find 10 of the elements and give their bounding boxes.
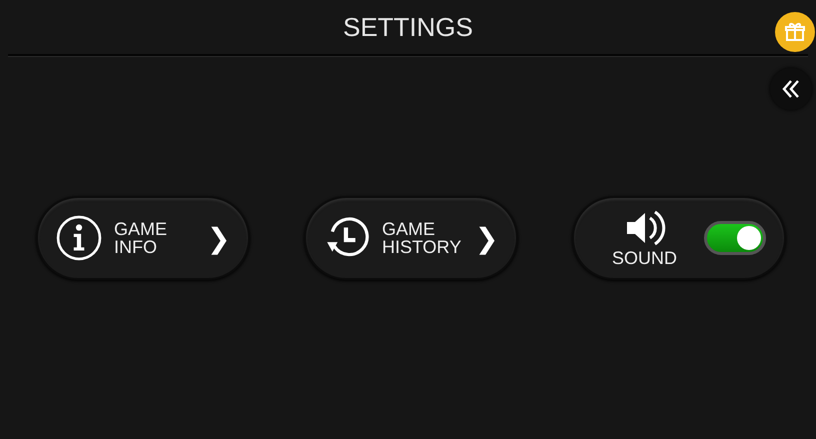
chevron-icon: ❯ [475, 222, 498, 254]
menu-button[interactable]: GAME INFO ❯ [36, 196, 250, 280]
sound-toggle[interactable] [704, 221, 766, 255]
button-label: GAME HISTORY [382, 220, 462, 256]
info-icon [56, 215, 102, 261]
sound-label: SOUND [612, 248, 678, 268]
chevron-icon: ❯ [207, 222, 230, 254]
gift-icon[interactable] [775, 12, 815, 52]
button-label: GAME INFO [114, 220, 168, 256]
page-title: SETTINGS [342, 12, 473, 42]
